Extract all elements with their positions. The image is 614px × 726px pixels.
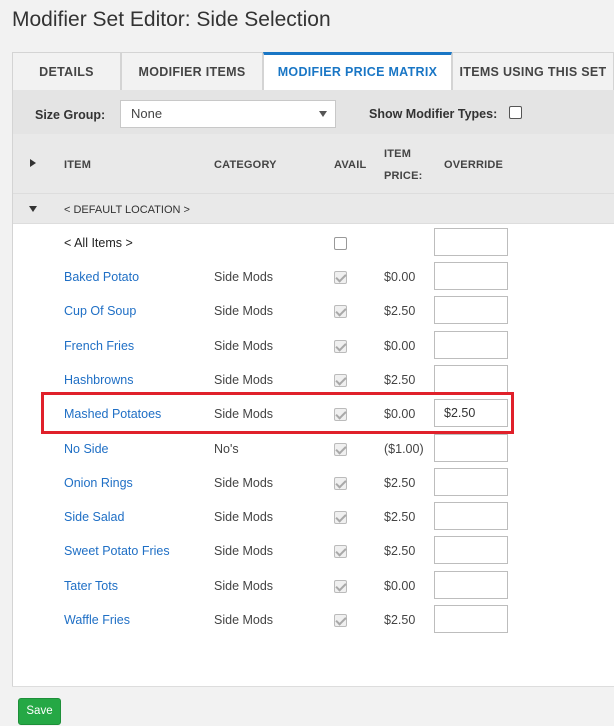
table-row: Baked Potato Side Mods $0.00 [13, 260, 614, 294]
item-price: $2.50 [384, 476, 416, 490]
avail-checkbox [334, 443, 347, 456]
override-input[interactable] [434, 331, 508, 359]
chevron-down-icon [319, 111, 327, 117]
avail-checkbox [334, 305, 347, 318]
avail-checkbox [334, 477, 347, 490]
table-row: Tater Tots Side Mods $0.00 [13, 569, 614, 603]
item-category: Side Mods [214, 476, 274, 490]
item-link[interactable]: Hashbrowns [64, 373, 133, 387]
avail-checkbox [334, 580, 347, 593]
header-item-price-line1: ITEM [384, 148, 412, 160]
header-override: OVERRIDE [444, 159, 504, 171]
item-price: $0.00 [384, 339, 416, 353]
item-price: $2.50 [384, 544, 416, 558]
expand-all-icon[interactable] [30, 159, 36, 167]
avail-checkbox [334, 545, 347, 558]
item-link[interactable]: French Fries [64, 339, 134, 353]
save-button[interactable]: Save [18, 698, 61, 725]
item-category: Side Mods [214, 407, 274, 421]
table-row: Waffle Fries Side Mods $2.50 [13, 603, 614, 637]
item-category: Side Mods [214, 373, 274, 387]
location-group-label: < DEFAULT LOCATION > [64, 204, 190, 216]
item-category: Side Mods [214, 304, 274, 318]
avail-checkbox[interactable] [334, 237, 347, 250]
item-link[interactable]: Waffle Fries [64, 613, 130, 627]
item-price: $2.50 [384, 373, 416, 387]
override-input[interactable] [434, 434, 508, 462]
item-name: < All Items > [64, 236, 133, 250]
item-category: No's [214, 442, 239, 456]
price-matrix-panel: Size Group: None Show Modifier Types: IT… [12, 90, 614, 726]
size-group-label: Size Group: [35, 108, 106, 122]
location-group-row[interactable]: < DEFAULT LOCATION > [13, 193, 614, 224]
avail-checkbox [334, 271, 347, 284]
item-category: Side Mods [214, 544, 274, 558]
override-input[interactable] [434, 502, 508, 530]
item-price: $2.50 [384, 304, 416, 318]
header-item: ITEM [64, 159, 92, 171]
override-input[interactable] [434, 365, 508, 393]
override-input[interactable]: $2.50 [434, 399, 508, 427]
size-group-value: None [131, 106, 163, 121]
item-link[interactable]: Tater Tots [64, 579, 118, 593]
tab-details[interactable]: DETAILS [12, 52, 121, 91]
tab-modifier-items[interactable]: MODIFIER ITEMS [121, 52, 263, 91]
override-input[interactable] [434, 262, 508, 290]
override-input[interactable] [434, 536, 508, 564]
item-link[interactable]: Baked Potato [64, 270, 139, 284]
item-category: Side Mods [214, 339, 274, 353]
override-input[interactable] [434, 571, 508, 599]
avail-checkbox [334, 614, 347, 627]
item-link[interactable]: Sweet Potato Fries [64, 544, 170, 558]
table-row: Mashed Potatoes Side Mods $0.00 $2.50 [13, 397, 614, 431]
header-category: CATEGORY [214, 159, 277, 171]
tab-bar: DETAILS MODIFIER ITEMS MODIFIER PRICE MA… [12, 52, 614, 92]
page-title: Modifier Set Editor: Side Selection [12, 8, 331, 31]
item-price: $0.00 [384, 270, 416, 284]
table-row: Side Salad Side Mods $2.50 [13, 500, 614, 534]
override-input[interactable] [434, 605, 508, 633]
tab-modifier-price-matrix[interactable]: MODIFIER PRICE MATRIX [263, 52, 452, 92]
item-link[interactable]: Mashed Potatoes [64, 407, 161, 421]
tab-items-using-this-set[interactable]: ITEMS USING THIS SET [452, 52, 614, 91]
override-input[interactable] [434, 296, 508, 324]
table-row: Sweet Potato Fries Side Mods $2.50 [13, 534, 614, 568]
item-price: $0.00 [384, 579, 416, 593]
collapse-icon[interactable] [29, 206, 37, 212]
avail-checkbox [334, 511, 347, 524]
avail-checkbox [334, 374, 347, 387]
header-item-price-line2: PRICE: [384, 170, 423, 182]
override-input[interactable] [434, 228, 508, 256]
item-category: Side Mods [214, 270, 274, 284]
show-modifier-types-checkbox[interactable] [509, 106, 522, 119]
item-price: ($1.00) [384, 442, 424, 456]
table-row: Hashbrowns Side Mods $2.50 [13, 363, 614, 397]
avail-checkbox [334, 340, 347, 353]
item-link[interactable]: Cup Of Soup [64, 304, 136, 318]
item-link[interactable]: Side Salad [64, 510, 124, 524]
table-row: < All Items > [13, 226, 614, 260]
item-price: $2.50 [384, 510, 416, 524]
avail-checkbox [334, 408, 347, 421]
item-price: $2.50 [384, 613, 416, 627]
item-price: $0.00 [384, 407, 416, 421]
table-row: Onion Rings Side Mods $2.50 [13, 466, 614, 500]
size-group-select[interactable]: None [120, 100, 336, 128]
item-category: Side Mods [214, 510, 274, 524]
filter-bar: Size Group: None Show Modifier Types: [13, 90, 614, 134]
table-row: French Fries Side Mods $0.00 [13, 329, 614, 363]
table-row: Cup Of Soup Side Mods $2.50 [13, 294, 614, 328]
header-avail: AVAIL [334, 159, 367, 171]
item-category: Side Mods [214, 579, 274, 593]
item-link[interactable]: Onion Rings [64, 476, 133, 490]
show-modifier-types-label: Show Modifier Types: [369, 107, 498, 121]
item-category: Side Mods [214, 613, 274, 627]
override-input[interactable] [434, 468, 508, 496]
item-link[interactable]: No Side [64, 442, 108, 456]
table-row: No Side No's ($1.00) [13, 432, 614, 466]
footer-bar: Save [12, 686, 614, 726]
